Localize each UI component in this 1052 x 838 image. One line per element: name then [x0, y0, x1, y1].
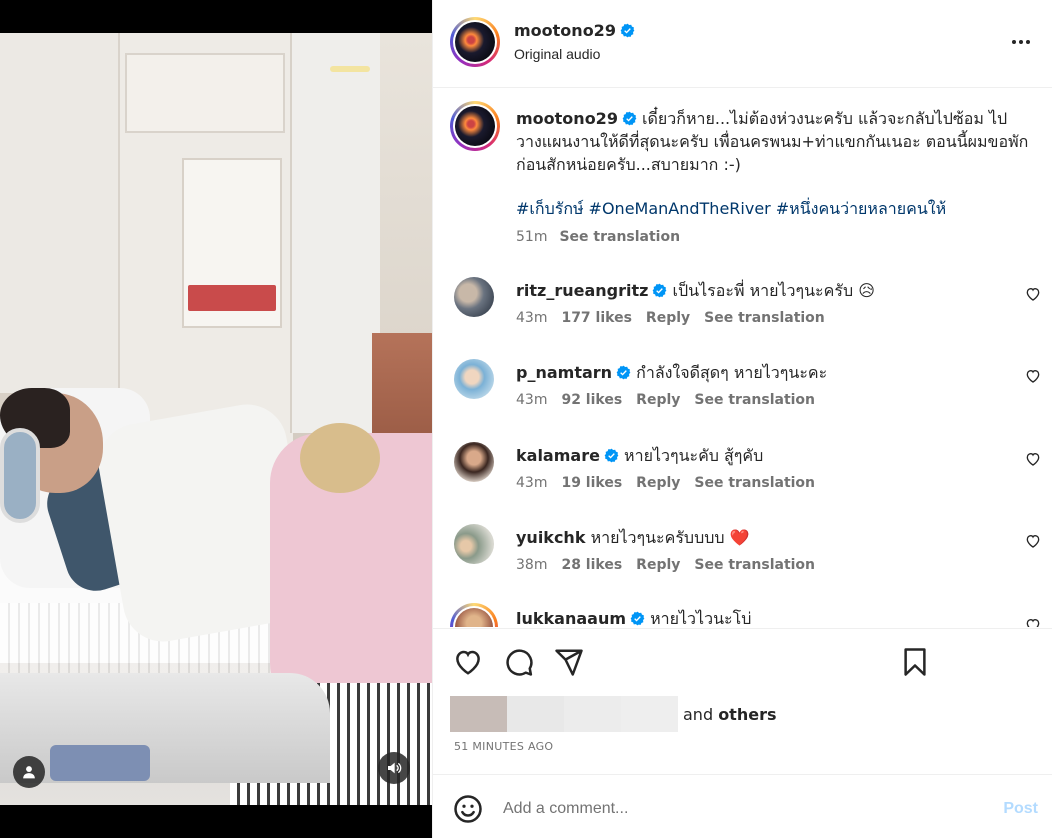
comment-icon[interactable]: [504, 647, 534, 677]
post-photo: [0, 33, 432, 805]
comment-item: yuikchk หายไวๆนะครับบบบ ❤️ 38m 28 likes Re…: [433, 524, 1052, 604]
post-actions: and others 51 MINUTES AGO: [433, 628, 1052, 774]
post-details-panel: mootono29 Original audio mootono29 เดี๋ย…: [432, 0, 1052, 838]
post-media[interactable]: [0, 0, 432, 838]
commenter-username[interactable]: p_namtarn: [516, 363, 612, 382]
comment-item: p_namtarn กำลังใจดีสุดๆ หายไวๆนะคะ 43m 92…: [433, 359, 1052, 439]
comment-text: กำลังใจดีสุดๆ หายไวๆนะคะ: [636, 363, 828, 382]
commenter-username[interactable]: ritz_rueangritz: [516, 281, 648, 300]
likes-prefix: and: [683, 704, 719, 724]
comment-meta: 43m 92 likes Reply See translation: [516, 392, 829, 408]
comment-likes[interactable]: 177 likes: [561, 310, 631, 326]
author-username[interactable]: mootono29: [514, 21, 616, 40]
commenter-username[interactable]: yuikchk: [516, 528, 585, 547]
comment-likes[interactable]: 19 likes: [561, 475, 622, 491]
user-icon: [23, 766, 35, 779]
audio-toggle-button[interactable]: [378, 752, 410, 784]
comment-likes[interactable]: 92 likes: [561, 392, 622, 408]
caption-hashtags: #เก็บรักษ์ #OneManAndTheRiver #หนึ่งคนว่าย…: [516, 197, 951, 222]
likes-others-link[interactable]: others: [718, 705, 776, 724]
comment-likes[interactable]: 28 likes: [561, 557, 622, 573]
comment-text: หายไวๆนะครับบบบ ❤️: [590, 528, 750, 547]
comment-time[interactable]: 43m: [516, 310, 547, 326]
hashtag-link[interactable]: #หนึ่งคนว่ายหลายคนให้: [776, 199, 946, 218]
comment-item: lukkanaaum หายไวไวนะโบ่: [433, 603, 1052, 627]
like-comment-heart-icon[interactable]: [1025, 617, 1041, 627]
see-translation-button[interactable]: See translation: [559, 229, 680, 245]
hashtag-link[interactable]: #OneManAndTheRiver: [589, 199, 771, 218]
post-caption: mootono29 เดี๋ยวก็หาย...ไม่ต้องห่วงนะครั…: [516, 107, 1031, 176]
commenter-avatar[interactable]: [454, 442, 494, 482]
more-options-button[interactable]: [1009, 30, 1033, 54]
like-comment-heart-icon[interactable]: [1025, 451, 1041, 467]
commenter-avatar[interactable]: [454, 359, 494, 399]
reply-button[interactable]: Reply: [636, 392, 680, 408]
caption-time[interactable]: 51m: [516, 229, 547, 245]
likes-summary[interactable]: and others: [450, 696, 776, 732]
comment-meta: 38m 28 likes Reply See translation: [516, 557, 829, 573]
commenter-avatar[interactable]: [454, 524, 494, 564]
see-translation-button[interactable]: See translation: [694, 392, 815, 408]
commenter-username[interactable]: kalamare: [516, 446, 600, 465]
reply-button[interactable]: Reply: [636, 475, 680, 491]
comments-list[interactable]: mootono29 เดี๋ยวก็หาย...ไม่ต้องห่วงนะครั…: [433, 89, 1052, 627]
instagram-post-modal: mootono29 Original audio mootono29 เดี๋ย…: [0, 0, 1052, 838]
comment-text: เป็นไรอะพี่ หายไวๆนะครับ 😥: [672, 281, 875, 300]
reply-button[interactable]: Reply: [636, 557, 680, 573]
tagged-users-button[interactable]: [13, 756, 45, 788]
verified-icon: [630, 611, 645, 626]
more-icon: [1012, 40, 1016, 44]
commenter-username[interactable]: lukkanaaum: [516, 609, 626, 627]
comment-time[interactable]: 43m: [516, 392, 547, 408]
verified-icon: [604, 448, 619, 463]
post-comment-button[interactable]: Post: [1003, 800, 1038, 818]
verified-icon: [620, 23, 635, 38]
comment-time[interactable]: 38m: [516, 557, 547, 573]
commenter-avatar[interactable]: [454, 277, 494, 317]
caption-meta: 51m See translation: [516, 229, 680, 245]
caption-author-avatar[interactable]: [450, 101, 500, 151]
liked-by-avatars: [450, 696, 678, 732]
comment-item: ritz_rueangritz เป็นไรอะพี่ หายไวๆนะครับ…: [433, 277, 1052, 357]
comment-input[interactable]: [503, 795, 943, 823]
comment-text: หายไวไวนะโบ่: [650, 609, 752, 627]
post-time-ago[interactable]: 51 MINUTES AGO: [454, 740, 553, 753]
author-avatar[interactable]: [450, 17, 500, 67]
like-comment-heart-icon[interactable]: [1025, 533, 1041, 549]
comment-meta: 43m 177 likes Reply See translation: [516, 310, 839, 326]
like-heart-icon[interactable]: [453, 647, 483, 677]
caption-username[interactable]: mootono29: [516, 109, 618, 128]
original-audio-link[interactable]: Original audio: [514, 46, 600, 62]
speaker-icon: [388, 762, 402, 774]
bookmark-icon[interactable]: [900, 647, 930, 677]
see-translation-button[interactable]: See translation: [694, 557, 815, 573]
see-translation-button[interactable]: See translation: [704, 310, 825, 326]
commenter-avatar[interactable]: [450, 603, 498, 627]
post-header: mootono29 Original audio: [433, 0, 1052, 88]
verified-icon: [616, 365, 631, 380]
comment-item: kalamare หายไวๆนะคับ สู้ๆคับ 43m 19 likes…: [433, 442, 1052, 522]
add-comment-bar: Post: [433, 774, 1052, 838]
share-icon[interactable]: [554, 647, 584, 677]
comment-text: หายไวๆนะคับ สู้ๆคับ: [624, 446, 764, 465]
comment-meta: 43m 19 likes Reply See translation: [516, 475, 829, 491]
reply-button[interactable]: Reply: [646, 310, 690, 326]
emoji-icon[interactable]: [453, 794, 483, 824]
like-comment-heart-icon[interactable]: [1025, 286, 1041, 302]
verified-icon: [622, 111, 637, 126]
see-translation-button[interactable]: See translation: [694, 475, 815, 491]
like-comment-heart-icon[interactable]: [1025, 368, 1041, 384]
hashtag-link[interactable]: #เก็บรักษ์: [516, 199, 584, 218]
verified-icon: [653, 283, 667, 298]
comment-time[interactable]: 43m: [516, 475, 547, 491]
